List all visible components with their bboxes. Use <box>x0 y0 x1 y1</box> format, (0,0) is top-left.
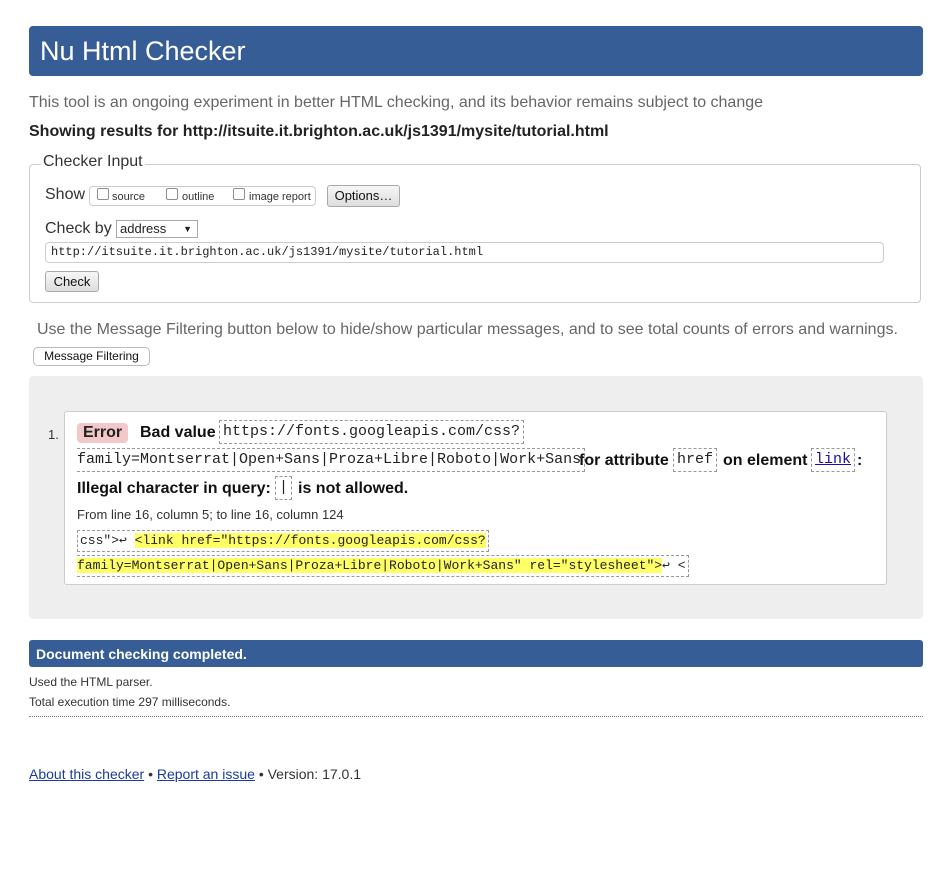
status-bar: Document checking completed. <box>29 640 923 667</box>
image-report-checkbox-label[interactable]: image report <box>249 191 311 203</box>
extract-line-2-context: ↩ < <box>662 558 686 573</box>
status-title: Document checking completed. <box>36 646 247 662</box>
tagline: This tool is an ongoing experiment in be… <box>29 94 764 111</box>
filter-note: Use the Message Filtering button below t… <box>37 321 898 338</box>
results-for-heading: Showing results for http://itsuite.it.br… <box>29 123 609 140</box>
source-checkbox[interactable] <box>97 188 109 200</box>
checker-input-legend: Checker Input <box>41 153 145 171</box>
url-input[interactable]: http://itsuite.it.brighton.ac.uk/js1391/… <box>45 242 884 263</box>
parser-info: Used the HTML parser. <box>29 675 153 689</box>
bad-value-code-line2: family=Montserrat|Open+Sans|Proza+Libre|… <box>77 448 586 472</box>
options-button[interactable]: Options… <box>327 185 400 207</box>
footer: About this checker • Report an issue • V… <box>29 766 361 783</box>
show-label: Show <box>45 186 86 203</box>
message-text-bad-value: Bad value <box>140 424 216 441</box>
divider <box>29 716 923 717</box>
outline-checkbox-label[interactable]: outline <box>182 191 214 203</box>
message-text-not-allowed: is not allowed. <box>298 480 409 497</box>
attribute-code: href <box>673 448 718 472</box>
image-report-checkbox[interactable] <box>233 188 245 200</box>
extract-highlight-2: family=Montserrat|Open+Sans|Proza+Libre|… <box>77 558 663 573</box>
extract-line-2: family=Montserrat|Open+Sans|Proza+Libre|… <box>77 555 689 577</box>
message-text-on-element: on element <box>723 452 808 469</box>
page-title: Nu Html Checker <box>40 36 246 66</box>
message-location: From line 16, column 5; to line 16, colu… <box>77 507 344 522</box>
message-colon: : <box>857 452 863 469</box>
check-by-value: address <box>120 221 167 236</box>
message-text-illegal: Illegal character in query: <box>77 480 271 497</box>
message-number: 1. <box>48 427 59 442</box>
check-by-label: Check by <box>45 220 112 237</box>
outline-checkbox[interactable] <box>166 188 178 200</box>
extract-line-1-context: css">↩ <box>80 533 135 548</box>
extract-highlight-1: <link href="https://fonts.googleapis.com… <box>134 533 486 548</box>
execution-time: Total execution time 297 milliseconds. <box>29 695 231 709</box>
version-text: • Version: 17.0.1 <box>258 766 362 782</box>
illegal-char-code: | <box>275 476 293 500</box>
source-checkbox-label[interactable]: source <box>112 191 145 203</box>
check-button[interactable]: Check <box>45 271 99 292</box>
message-filtering-button[interactable]: Message Filtering <box>33 347 150 366</box>
link-element-link[interactable]: link <box>815 451 851 468</box>
about-link[interactable]: About this checker <box>29 766 144 782</box>
element-code: link <box>811 448 856 472</box>
report-issue-link[interactable]: Report an issue <box>157 766 255 782</box>
dropdown-arrow-icon: ▼ <box>183 224 192 234</box>
extract-line-1: css">↩ <link href="https://fonts.googlea… <box>77 530 489 552</box>
error-badge: Error <box>77 423 128 443</box>
bad-value-code-line1: https://fonts.googleapis.com/css? <box>219 420 525 444</box>
check-by-select[interactable]: address ▼ <box>116 220 198 238</box>
message-text-for-attribute: for attribute <box>579 452 669 469</box>
page-header: Nu Html Checker <box>29 26 923 76</box>
footer-separator: • <box>148 766 153 782</box>
